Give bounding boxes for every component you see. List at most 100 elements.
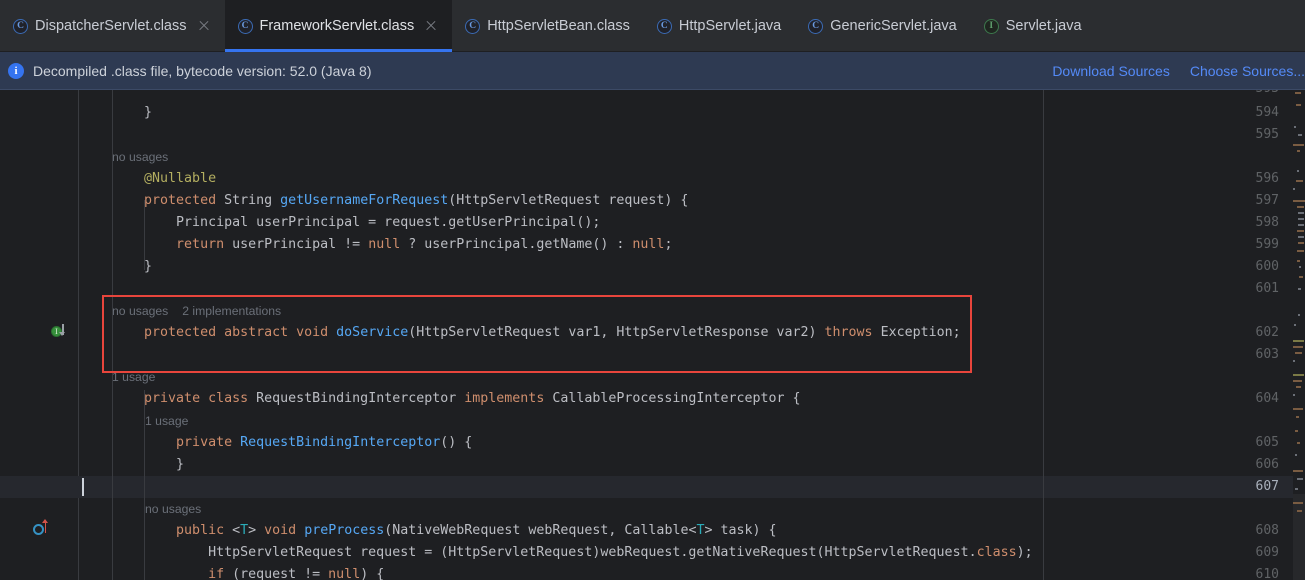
- code-token: protected abstract void: [144, 325, 329, 340]
- editor-tab-label: HttpServletBean.class: [487, 17, 630, 34]
- minimap-code-mark: [1293, 340, 1304, 342]
- usage-hint[interactable]: no usages 2 implementations: [112, 300, 281, 322]
- overriding-marker[interactable]: [33, 519, 49, 537]
- close-icon[interactable]: [424, 19, 438, 33]
- editor-tab-label: GenericServlet.java: [830, 17, 957, 34]
- code-text: return userPrincipal != null ? userPrinc…: [112, 234, 672, 256]
- code-token: (request !=: [224, 567, 329, 580]
- code-token: }: [112, 105, 153, 120]
- usage-hint[interactable]: no usages: [112, 146, 168, 168]
- code-line-row: 606 }: [0, 454, 1305, 476]
- code-token: null: [368, 237, 401, 252]
- code-token: () {: [440, 435, 473, 450]
- code-token: private: [176, 435, 233, 450]
- minimap-code-mark: [1298, 224, 1304, 226]
- code-text: protected String getUsernameForRequest(H…: [112, 190, 688, 212]
- text-caret: [82, 478, 84, 496]
- code-token: class: [976, 545, 1017, 560]
- code-token: <: [224, 523, 241, 538]
- banner-message: i Decompiled .class file, bytecode versi…: [0, 62, 372, 79]
- code-text: protected abstract void doService(HttpSe…: [112, 322, 961, 344]
- code-line-row: 604 private class RequestBindingIntercep…: [0, 388, 1305, 410]
- code-token: doService: [336, 325, 409, 340]
- code-line-row: 598 Principal userPrincipal = request.ge…: [0, 212, 1305, 234]
- code-line-row: 595: [0, 124, 1305, 146]
- close-icon[interactable]: [197, 19, 211, 33]
- minimap-code-mark: [1299, 266, 1301, 268]
- minimap-code-mark: [1295, 430, 1298, 432]
- editor-minimap[interactable]: [1293, 90, 1305, 580]
- minimap-code-mark: [1298, 218, 1304, 220]
- code-token: @Nullable: [112, 171, 217, 186]
- minimap-code-mark: [1296, 416, 1299, 418]
- editor-tab-bar: C DispatcherServlet.class C FrameworkServle…: [0, 0, 1305, 52]
- usage-hint[interactable]: 1 usage: [112, 366, 155, 388]
- code-line-row: 596 @Nullable: [0, 168, 1305, 190]
- minimap-code-mark: [1293, 188, 1295, 190]
- minimap-code-mark: [1293, 144, 1304, 146]
- code-line-row: 605 private RequestBindingInterceptor() …: [0, 432, 1305, 454]
- code-token: (HttpServletRequest var1, HttpServletRes…: [408, 325, 825, 340]
- code-text: public <T> void preProcess(NativeWebRequ…: [112, 520, 777, 542]
- code-token: implements: [464, 391, 545, 406]
- indent-guide: [112, 90, 113, 580]
- right-margin-guide: [1043, 90, 1044, 580]
- usage-hint[interactable]: no usages: [145, 498, 201, 520]
- code-token: public: [176, 523, 225, 538]
- minimap-code-mark: [1297, 260, 1300, 262]
- code-text: }: [112, 454, 184, 476]
- code-token: preProcess: [304, 523, 385, 538]
- code-token: T: [240, 523, 249, 538]
- code-token: if: [208, 567, 225, 580]
- code-token: (HttpServletRequest request) {: [448, 193, 689, 208]
- code-text: private RequestBindingInterceptor() {: [112, 432, 472, 454]
- editor-tab-1[interactable]: C FrameworkServlet.class: [224, 0, 453, 52]
- usage-hint-text: no usages: [112, 304, 169, 318]
- code-editor[interactable]: 593 594 }595 no usages 596 @Nullable597 pro…: [0, 90, 1305, 580]
- minimap-scroll-thumb[interactable]: [1293, 494, 1305, 580]
- minimap-code-mark: [1293, 374, 1304, 376]
- implementations-hint-text[interactable]: 2 implementations: [182, 304, 281, 318]
- implementations-marker[interactable]: I: [51, 323, 67, 339]
- usage-hint[interactable]: 1 usage: [145, 410, 188, 432]
- code-text: @Nullable: [112, 168, 216, 190]
- code-line-row: 593: [0, 90, 1305, 100]
- code-line-row: 597 protected String getUsernameForReque…: [0, 190, 1305, 212]
- code-line-row: 610 if (request != null) {: [0, 564, 1305, 580]
- info-icon: i: [8, 62, 24, 79]
- ide-editor-window: C DispatcherServlet.class C FrameworkServle…: [0, 0, 1305, 580]
- banner-link-1[interactable]: Choose Sources...: [1190, 63, 1305, 79]
- code-line-row: 603: [0, 344, 1305, 366]
- banner-link-0[interactable]: Download Sources: [1052, 63, 1170, 79]
- code-token: }: [112, 457, 185, 472]
- code-token: getUsernameForRequest: [280, 193, 449, 208]
- minimap-code-mark: [1293, 380, 1302, 382]
- code-token: >: [248, 523, 265, 538]
- code-token: return: [176, 237, 225, 252]
- editor-tab-label: HttpServlet.java: [678, 17, 782, 34]
- code-token: (NativeWebRequest webRequest, Callable<: [384, 523, 697, 538]
- editor-tab-3[interactable]: C HttpServlet.java: [644, 0, 795, 52]
- code-token: void: [264, 523, 297, 538]
- minimap-code-mark: [1297, 230, 1304, 232]
- indent-guide: [144, 200, 145, 270]
- editor-tab-0[interactable]: C DispatcherServlet.class: [0, 0, 225, 52]
- editor-tab-4[interactable]: C GenericServlet.java: [795, 0, 971, 52]
- minimap-code-mark: [1293, 502, 1303, 504]
- usage-hint-text: 1 usage: [112, 370, 156, 384]
- minimap-code-mark: [1298, 314, 1300, 316]
- editor-tab-5[interactable]: I Servlet.java: [971, 0, 1096, 52]
- code-token: Principal userPrincipal = request.getUse…: [112, 215, 601, 230]
- code-token: null: [328, 567, 361, 580]
- overriding-method-icon: [33, 524, 44, 535]
- editor-tab-2[interactable]: C HttpServletBean.class: [452, 0, 644, 52]
- usage-hint-text: 1 usage: [145, 414, 189, 428]
- class-icon: C: [237, 18, 253, 34]
- code-text: private class RequestBindingInterceptor …: [112, 388, 800, 410]
- code-token: ) {: [360, 567, 385, 580]
- minimap-code-mark: [1294, 126, 1296, 128]
